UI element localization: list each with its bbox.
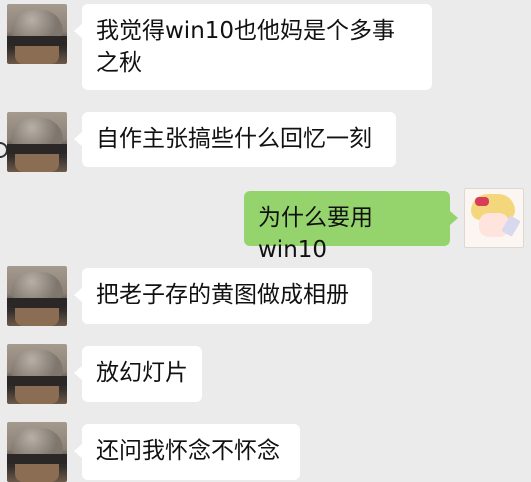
cap-brim-shape [7,298,67,308]
message-row-3: 为什么要用win10 [0,188,531,263]
message-row-1: 我觉得win10也他妈是个多事 之秋 [0,0,531,100]
contact-avatar[interactable] [7,4,67,64]
cap-brim-shape [7,454,67,464]
message-bubble-1[interactable]: 我觉得win10也他妈是个多事 之秋 [74,4,432,90]
cap-brim-shape [7,144,67,154]
message-row-2: 自作主张搞些什么回忆一刻 [0,112,531,172]
contact-avatar[interactable] [7,112,67,172]
message-bubble-5[interactable]: 放幻灯片 [74,346,202,402]
cap-brim-shape [7,376,67,386]
cap-brim-shape [7,36,67,46]
face-shape [15,308,59,326]
message-text-line: 我觉得win10也他妈是个多事 [96,18,396,44]
cap-shape [11,10,63,38]
message-bubble-2[interactable]: 自作主张搞些什么回忆一刻 [74,112,396,167]
contact-avatar[interactable] [7,344,67,404]
cap-shape [11,272,63,300]
cap-shape [11,350,63,378]
face-shape [15,386,59,404]
message-text: 为什么要用win10 [258,205,373,263]
message-text: 把老子存的黄图做成相册 [96,282,349,308]
chat-thread: 我觉得win10也他妈是个多事 之秋 自作主张搞些什么回忆一刻 为什么要用win… [0,0,531,482]
message-text: 自作主张搞些什么回忆一刻 [96,126,372,152]
contact-avatar[interactable] [7,422,67,482]
message-row-4: 把老子存的黄图做成相册 [0,266,531,326]
message-bubble-6[interactable]: 还问我怀念不怀念 [74,424,300,480]
face-shape [15,46,59,64]
message-text: 放幻灯片 [96,360,188,386]
cap-shape [11,118,63,146]
message-row-5: 放幻灯片 [0,344,531,404]
message-text: 还问我怀念不怀念 [96,438,280,464]
contact-avatar[interactable] [7,266,67,326]
face-shape [15,464,59,482]
message-row-6: 还问我怀念不怀念 [0,422,531,482]
user-avatar[interactable] [464,188,524,248]
ribbon-shape [475,197,489,206]
face-shape [15,154,59,172]
message-bubble-3[interactable]: 为什么要用win10 [244,191,458,263]
message-text-line: 之秋 [96,50,142,76]
cap-shape [11,428,63,456]
message-bubble-4[interactable]: 把老子存的黄图做成相册 [74,268,372,324]
